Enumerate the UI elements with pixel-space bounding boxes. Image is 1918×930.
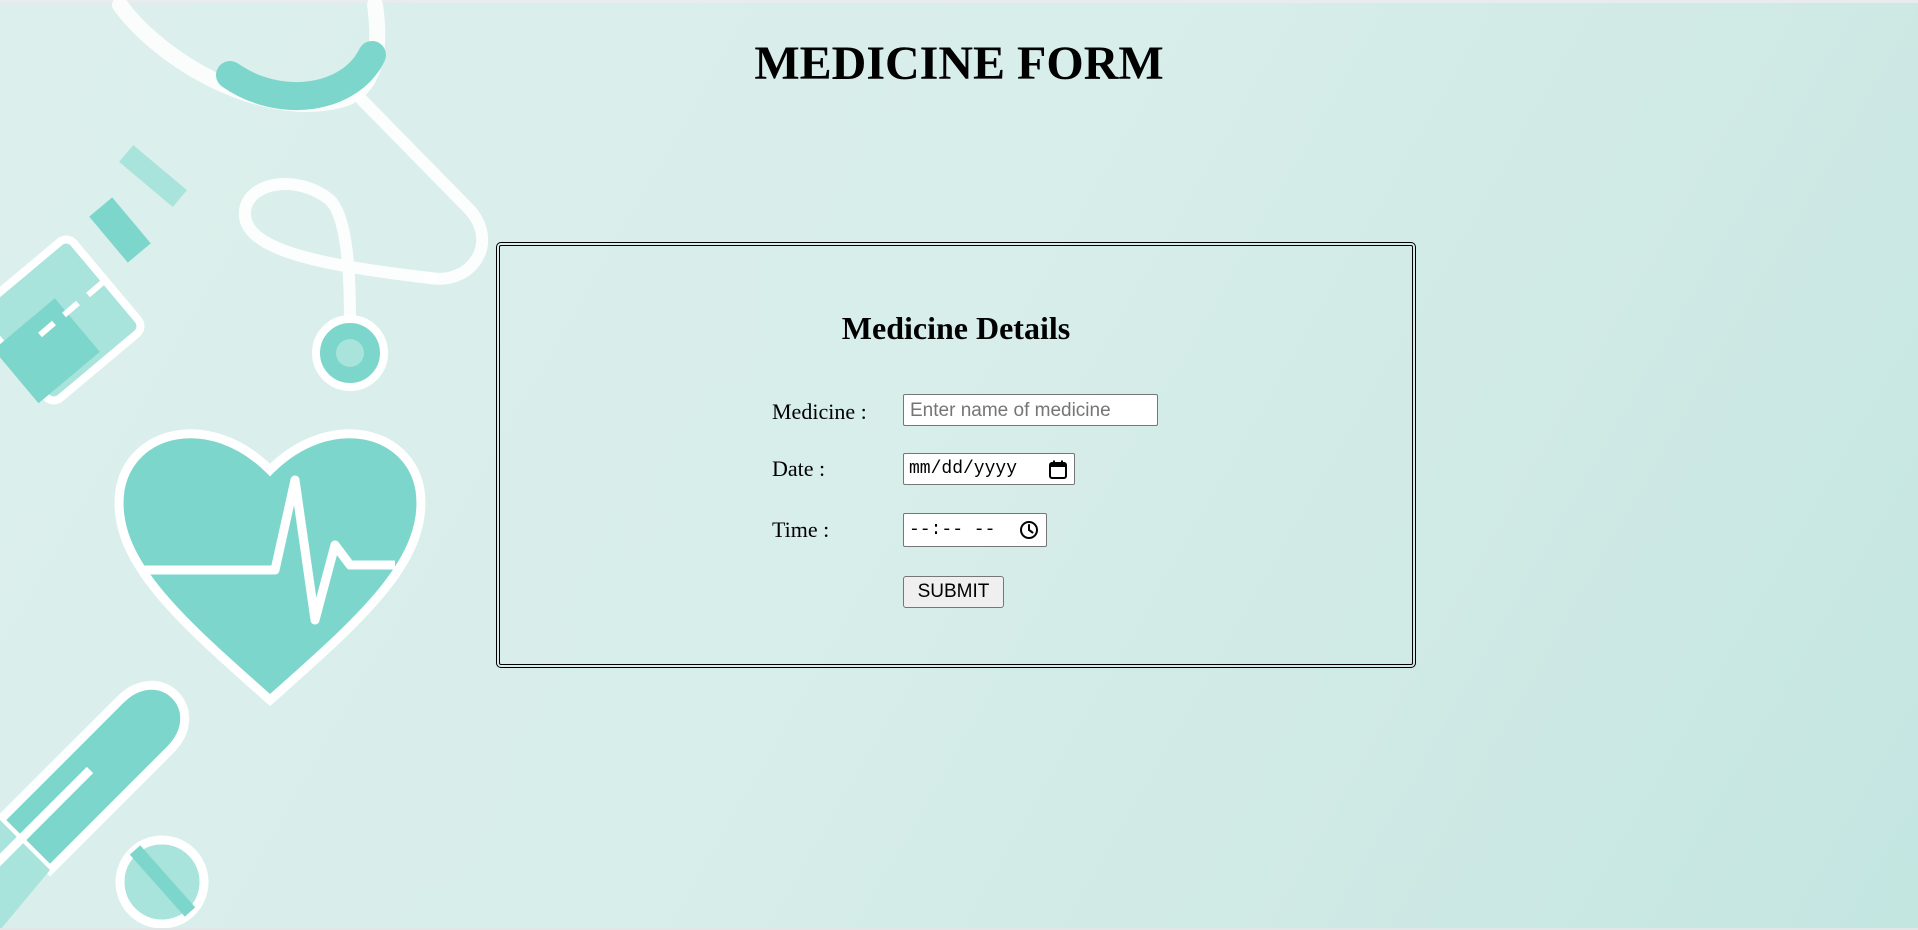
date-input[interactable]: mm/dd/yyyy — [903, 453, 1075, 485]
medicine-input-placeholder: Enter name of medicine — [910, 400, 1111, 421]
form-heading: Medicine Details — [841, 310, 1071, 346]
time-label: Time : — [772, 517, 830, 542]
heart-icon — [114, 429, 426, 707]
medicine-form-card: Medicine Details Medicine : Enter name o… — [496, 242, 1416, 668]
time-input-format: --:-- -- — [909, 520, 996, 540]
medicine-label: Medicine : — [772, 399, 867, 424]
date-label: Date : — [772, 456, 826, 481]
calendar-icon[interactable] — [1048, 460, 1068, 480]
pill-icon — [115, 835, 209, 929]
submit-button[interactable]: SUBMIT — [903, 576, 1004, 608]
medicine-name-input[interactable]: Enter name of medicine — [903, 394, 1158, 426]
time-input[interactable]: --:-- -- — [903, 513, 1047, 547]
syringe-icon — [0, 145, 187, 405]
page-title: MEDICINE FORM — [754, 37, 1164, 90]
date-input-format: mm/dd/yyyy — [909, 459, 1018, 479]
medical-illustration — [0, 0, 489, 930]
clock-icon[interactable] — [1019, 520, 1039, 540]
